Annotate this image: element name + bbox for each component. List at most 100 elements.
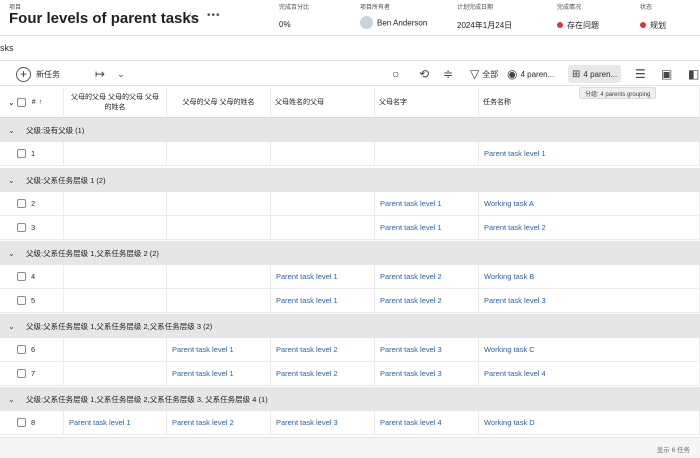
chevron-down-icon[interactable]: ⌄ bbox=[8, 98, 15, 108]
cell-grandparent[interactable] bbox=[167, 216, 271, 239]
task-link[interactable]: Working task D bbox=[484, 418, 535, 427]
star-icon[interactable]: ☆ bbox=[184, 10, 197, 27]
task-link[interactable]: Parent task level 2 bbox=[276, 369, 338, 378]
panel-button[interactable]: ◧ bbox=[688, 65, 699, 83]
cell-parent-name[interactable]: Parent task level 2 bbox=[375, 265, 479, 288]
export-button[interactable]: ↦ ⌄ bbox=[95, 65, 125, 83]
table-row[interactable]: 6 Parent task level 1 Parent task level 2 P… bbox=[0, 338, 700, 362]
chevron-down-icon[interactable]: ⌄ bbox=[8, 126, 18, 135]
cell-task-name[interactable]: Working task C bbox=[479, 338, 700, 361]
task-link[interactable]: Parent task level 1 bbox=[172, 345, 234, 354]
task-link[interactable]: Parent task level 1 bbox=[380, 223, 442, 232]
more-options-icon[interactable]: ••• bbox=[207, 10, 221, 21]
cell-grandparent-parent[interactable] bbox=[64, 192, 167, 215]
task-link[interactable]: Parent task level 4 bbox=[380, 418, 442, 427]
cell-task-name[interactable]: Working task D bbox=[479, 411, 700, 434]
row-checkbox[interactable] bbox=[17, 199, 26, 208]
view-button[interactable]: ◉ 4 paren... bbox=[507, 65, 554, 83]
task-link[interactable]: Parent task level 1 bbox=[380, 199, 442, 208]
cell-parent-of-parent[interactable]: Parent task level 1 bbox=[271, 289, 375, 312]
cell-task-name[interactable]: Working task A bbox=[479, 192, 700, 215]
task-link[interactable]: Parent task level 2 bbox=[276, 345, 338, 354]
cell-grandparent[interactable] bbox=[167, 142, 271, 165]
new-task-button[interactable]: + 新任务 bbox=[16, 65, 60, 83]
cell-grandparent[interactable]: Parent task level 1 bbox=[167, 362, 271, 385]
table-row[interactable]: 8 Parent task level 1 Parent task level 2 P… bbox=[0, 411, 700, 435]
task-link[interactable]: Parent task level 1 bbox=[172, 369, 234, 378]
task-link[interactable]: Parent task level 2 bbox=[484, 223, 546, 232]
cell-task-name[interactable]: Parent task level 2 bbox=[479, 216, 700, 239]
cell-task-name[interactable]: Working task B bbox=[479, 265, 700, 288]
cell-grandparent[interactable] bbox=[167, 289, 271, 312]
due-date-value[interactable]: 2024年1月24日 bbox=[457, 20, 512, 31]
chevron-down-icon[interactable]: ⌄ bbox=[8, 395, 18, 404]
planned-completion-date[interactable]: 计划完成日期 2024年1月24日 bbox=[457, 2, 512, 31]
task-link[interactable]: Parent task level 3 bbox=[484, 296, 546, 305]
task-link[interactable]: Parent task level 4 bbox=[484, 369, 546, 378]
status[interactable]: 状态 规划 bbox=[640, 2, 666, 31]
cell-grandparent-parent[interactable] bbox=[64, 265, 167, 288]
cell-grandparent[interactable]: Parent task level 1 bbox=[167, 338, 271, 361]
table-row[interactable]: 7 Parent task level 1 Parent task level 2 P… bbox=[0, 362, 700, 386]
tab-tasks[interactable]: sks bbox=[0, 43, 14, 53]
table-row[interactable]: 4 Parent task level 1 Parent task level 2 W… bbox=[0, 265, 700, 289]
cell-grandparent[interactable] bbox=[167, 192, 271, 215]
cell-parent-name[interactable]: Parent task level 3 bbox=[375, 362, 479, 385]
task-link[interactable]: Parent task level 3 bbox=[380, 369, 442, 378]
cell-parent-name[interactable]: Parent task level 1 bbox=[375, 216, 479, 239]
task-link[interactable]: Working task A bbox=[484, 199, 534, 208]
task-link[interactable]: Parent task level 2 bbox=[380, 272, 442, 281]
cell-parent-of-parent[interactable]: Parent task level 3 bbox=[271, 411, 375, 434]
column-header-grandparent[interactable]: 父母的父母 父母的姓名 bbox=[167, 87, 271, 118]
cell-parent-of-parent[interactable]: Parent task level 2 bbox=[271, 362, 375, 385]
row-checkbox[interactable] bbox=[17, 369, 26, 378]
project-owner[interactable]: 项目所有者 Ben Anderson bbox=[360, 2, 427, 30]
column-header-grandparent-parent[interactable]: 父母的父母 父母的父母 父母的姓名 bbox=[64, 87, 167, 118]
settings-button[interactable]: ≑ bbox=[443, 65, 453, 83]
task-link[interactable]: Parent task level 3 bbox=[276, 418, 338, 427]
sort-ascending-icon[interactable]: ↑ bbox=[39, 98, 43, 108]
task-link[interactable]: Parent task level 2 bbox=[380, 296, 442, 305]
cell-parent-name[interactable] bbox=[375, 142, 479, 165]
filter-button[interactable]: ▽ 全部 bbox=[470, 65, 498, 83]
condition[interactable]: 完成情况 存在问题 bbox=[557, 2, 599, 31]
task-link[interactable]: Working task B bbox=[484, 272, 534, 281]
grouping-button[interactable]: ⊞ 4 paren... bbox=[568, 65, 622, 83]
cell-parent-of-parent[interactable]: Parent task level 2 bbox=[271, 338, 375, 361]
select-all-checkbox[interactable] bbox=[16, 98, 26, 107]
cell-task-name[interactable]: Parent task level 4 bbox=[479, 362, 700, 385]
search-button[interactable]: ○ bbox=[392, 65, 399, 83]
chevron-down-icon[interactable]: ⌄ bbox=[8, 176, 18, 185]
cell-grandparent-parent[interactable] bbox=[64, 142, 167, 165]
column-header-parent-name[interactable]: 父母名字 bbox=[375, 87, 479, 118]
cell-parent-of-parent[interactable] bbox=[271, 142, 375, 165]
row-checkbox[interactable] bbox=[17, 345, 26, 354]
status-value[interactable]: 规划 bbox=[650, 21, 666, 30]
task-link[interactable]: Parent task level 3 bbox=[380, 345, 442, 354]
task-link[interactable]: Parent task level 1 bbox=[69, 418, 131, 427]
task-link[interactable]: Parent task level 1 bbox=[276, 272, 338, 281]
table-row[interactable]: 5 Parent task level 1 Parent task level 2 P… bbox=[0, 289, 700, 313]
row-checkbox[interactable] bbox=[17, 149, 26, 158]
cell-grandparent[interactable]: Parent task level 2 bbox=[167, 411, 271, 434]
cell-parent-name[interactable]: Parent task level 4 bbox=[375, 411, 479, 434]
column-header-parent-of-parent[interactable]: 父母姓名的父母 bbox=[271, 87, 375, 118]
group-header[interactable]: ⌄ 父级:父系任务层级 1,父系任务层级 2 (2) bbox=[0, 241, 700, 265]
row-checkbox[interactable] bbox=[17, 418, 26, 427]
group-header[interactable]: ⌄ 父级:父系任务层级 1 (2) bbox=[0, 168, 700, 192]
cell-parent-of-parent[interactable] bbox=[271, 216, 375, 239]
chevron-down-icon[interactable]: ⌄ bbox=[8, 322, 18, 331]
task-link[interactable]: Parent task level 1 bbox=[484, 149, 546, 158]
task-link[interactable]: Parent task level 2 bbox=[172, 418, 234, 427]
table-row[interactable]: 1 Parent task level 1 bbox=[0, 142, 700, 166]
group-header[interactable]: ⌄ 父级:没有父级 (1) bbox=[0, 118, 700, 142]
cell-parent-of-parent[interactable]: Parent task level 1 bbox=[271, 265, 375, 288]
cell-grandparent-parent[interactable] bbox=[64, 216, 167, 239]
owner-name[interactable]: Ben Anderson bbox=[377, 19, 427, 28]
cell-task-name[interactable]: Parent task level 1 bbox=[479, 142, 700, 165]
chevron-down-icon[interactable]: ⌄ bbox=[8, 249, 18, 258]
group-header[interactable]: ⌄ 父级:父系任务层级 1,父系任务层级 2,父系任务层级 3, 父系任务层级 4… bbox=[0, 387, 700, 411]
column-header-number[interactable]: ⌄ # ↑ bbox=[0, 87, 64, 118]
cell-parent-name[interactable]: Parent task level 1 bbox=[375, 192, 479, 215]
cell-grandparent-parent[interactable] bbox=[64, 289, 167, 312]
